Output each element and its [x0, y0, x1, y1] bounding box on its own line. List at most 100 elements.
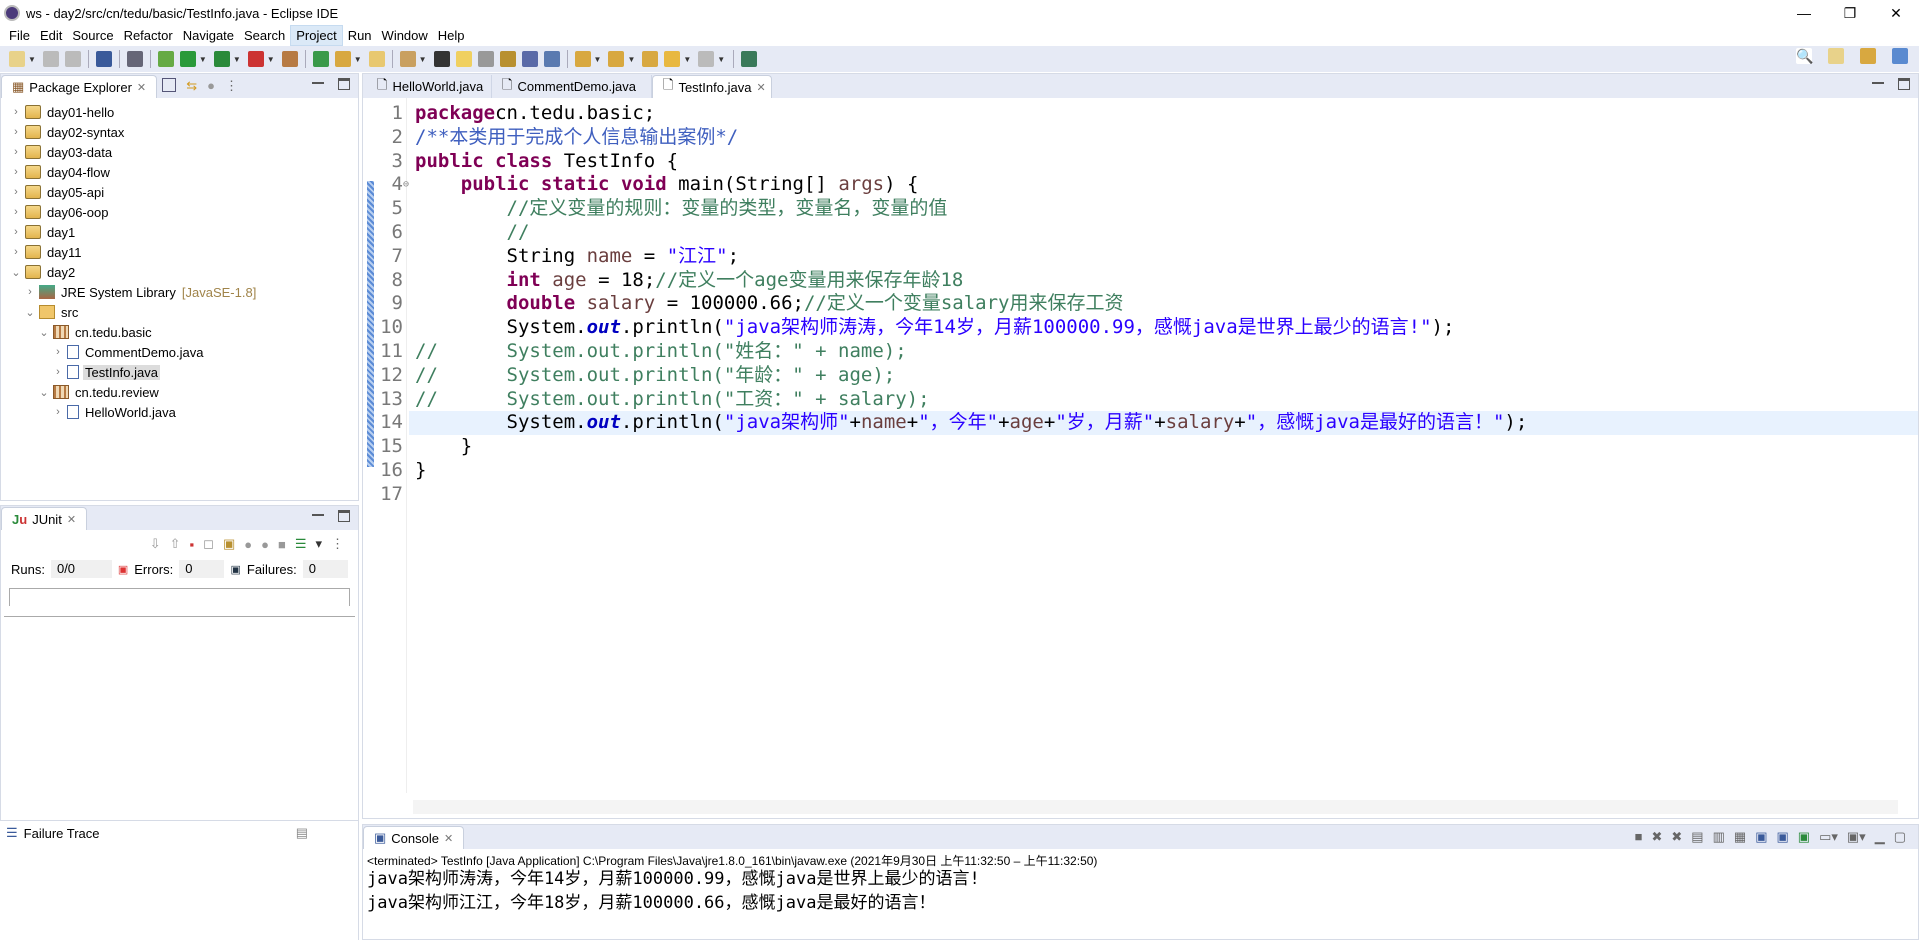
dropdown-icon[interactable]: ▼	[594, 55, 602, 64]
dropdown-icon[interactable]: ▾	[315, 536, 322, 552]
chevron-right-icon[interactable]: ›	[23, 286, 37, 298]
maximize-icon[interactable]: ▢	[1894, 829, 1906, 845]
compare-icon[interactable]: ▤	[296, 825, 308, 841]
dropdown-icon[interactable]: ▼	[199, 55, 207, 64]
menu-source[interactable]: Source	[67, 26, 118, 45]
word-wrap-icon[interactable]: ▦	[1734, 829, 1746, 845]
tree-item-day04-flow[interactable]: › day04-flow	[1, 162, 358, 182]
code-editor[interactable]: 1 packagecn.tedu.basic; 2 /**本类用于完成个人信息输出案例…	[363, 98, 1918, 793]
skip-breakpoints-icon[interactable]	[126, 51, 143, 67]
pin-console-icon[interactable]: ▣	[1798, 829, 1810, 845]
new-class-icon[interactable]	[312, 51, 329, 67]
show-failures-only-icon[interactable]: ▪	[190, 537, 195, 552]
chevron-right-icon[interactable]: ›	[51, 406, 65, 418]
menu-run[interactable]: Run	[343, 26, 377, 45]
tab-junit[interactable]: Ju JUnit ✕	[1, 507, 88, 530]
chevron-right-icon[interactable]: ›	[51, 346, 65, 358]
chevron-right-icon[interactable]: ›	[9, 146, 23, 158]
tree-item-day06-oop[interactable]: › day06-oop	[1, 202, 358, 222]
filter-icon[interactable]: ●	[207, 78, 215, 94]
word-wrap-icon[interactable]	[477, 51, 494, 67]
console-output[interactable]: java架构师涛涛，今年14岁，月薪100000.99，感慨java是世界上最少…	[363, 867, 1918, 915]
chevron-right-icon[interactable]: ›	[9, 126, 23, 138]
save-icon[interactable]	[42, 51, 59, 67]
chevron-down-icon[interactable]: ⌄	[23, 306, 37, 319]
scroll-lock-icon[interactable]: ▣	[223, 536, 235, 552]
chevron-right-icon[interactable]: ›	[9, 106, 23, 118]
close-icon[interactable]: ✕	[444, 832, 453, 845]
dropdown-icon[interactable]: ▼	[683, 55, 691, 64]
menu-navigate[interactable]: Navigate	[178, 26, 239, 45]
remove-launch-icon[interactable]: ✖	[1651, 829, 1662, 845]
link-with-editor-icon[interactable]: ⇆	[186, 78, 197, 94]
pin-editor-icon[interactable]	[741, 51, 758, 67]
open-console-icon[interactable]: ▣▾	[1847, 829, 1866, 845]
chevron-right-icon[interactable]: ›	[9, 206, 23, 218]
fold-icon[interactable]: ⊖	[403, 173, 409, 197]
tree-item-day05-api[interactable]: › day05-api	[1, 182, 358, 202]
dropdown-icon[interactable]: ▼	[717, 55, 725, 64]
close-icon[interactable]: ✕	[67, 513, 76, 526]
tree-item-jre-system-library[interactable]: › JRE System Library [JavaSE-1.8]	[1, 282, 358, 302]
scroll-lock-icon[interactable]: ▥	[1713, 829, 1725, 845]
remove-all-icon[interactable]: ✖	[1671, 829, 1682, 845]
prev-annotation-icon[interactable]	[608, 51, 625, 67]
chevron-right-icon[interactable]: ›	[9, 186, 23, 198]
maximize-icon[interactable]	[338, 510, 350, 522]
tree-item-cn-tedu-basic[interactable]: ⌄ cn.tedu.basic	[1, 322, 358, 342]
terminal-icon[interactable]	[95, 51, 112, 67]
open-type-icon[interactable]	[334, 51, 351, 67]
chevron-down-icon[interactable]: ⌄	[37, 326, 51, 339]
chevron-right-icon[interactable]: ›	[9, 226, 23, 238]
coverage-icon[interactable]	[213, 51, 230, 67]
minimize-icon[interactable]	[312, 78, 324, 84]
tab-package-explorer[interactable]: ▦ Package Explorer ✕	[1, 75, 158, 98]
debug-icon[interactable]	[157, 51, 174, 67]
tree-item-day01-hello[interactable]: › day01-hello	[1, 102, 358, 122]
maximize-icon[interactable]	[1898, 78, 1910, 90]
java-perspective-icon[interactable]	[1892, 48, 1908, 64]
tree-item-day2[interactable]: ⌄ day2	[1, 262, 358, 282]
view-menu-icon[interactable]: ⋮	[331, 536, 344, 552]
tree-item-day02-syntax[interactable]: › day02-syntax	[1, 122, 358, 142]
java-ee-perspective-icon[interactable]	[1860, 48, 1876, 64]
run-icon[interactable]	[179, 51, 196, 67]
open-task-icon[interactable]	[368, 51, 385, 67]
forward-icon[interactable]	[698, 51, 715, 67]
show-whitespace-icon[interactable]	[521, 51, 538, 67]
tab-helloworld-java[interactable]: 🗋 HelloWorld.java	[367, 75, 492, 98]
last-edit-icon[interactable]	[642, 51, 659, 67]
minimize-icon[interactable]: ▁	[1875, 829, 1885, 845]
next-failure-icon[interactable]: ⇩	[150, 536, 161, 552]
display-console-icon[interactable]: ▭▾	[1819, 829, 1838, 845]
collapse-all-icon[interactable]	[162, 78, 177, 92]
chevron-down-icon[interactable]: ⌄	[9, 266, 23, 279]
minimize-button[interactable]: —	[1781, 0, 1827, 26]
search-icon[interactable]	[399, 51, 416, 67]
chevron-down-icon[interactable]: ⌄	[37, 386, 51, 399]
block-selection-icon[interactable]	[499, 51, 516, 67]
maximize-button[interactable]: ❐	[1827, 0, 1873, 26]
minimize-icon[interactable]	[312, 510, 324, 516]
tree-item-day1[interactable]: › day1	[1, 222, 358, 242]
mark-occurrences-icon[interactable]	[455, 51, 472, 67]
menu-window[interactable]: Window	[377, 26, 433, 45]
maximize-icon[interactable]	[338, 78, 350, 90]
menu-refactor[interactable]: Refactor	[119, 26, 178, 45]
menu-search[interactable]: Search	[239, 26, 290, 45]
rerun-failures-icon[interactable]: ●	[261, 537, 269, 552]
tab-testinfo-java[interactable]: 🗋 TestInfo.java ✕	[652, 75, 772, 98]
chevron-right-icon[interactable]: ›	[9, 246, 23, 258]
back-icon[interactable]	[664, 51, 681, 67]
dropdown-icon[interactable]: ▼	[419, 55, 427, 64]
tree-item-commentdemo-java[interactable]: › CommentDemo.java	[1, 342, 358, 362]
chevron-right-icon[interactable]: ›	[9, 166, 23, 178]
rerun-icon[interactable]: ●	[244, 537, 252, 552]
tab-commentdemo-java[interactable]: 🗋 CommentDemo.java	[492, 75, 652, 98]
tree-item-day03-data[interactable]: › day03-data	[1, 142, 358, 162]
tree-item-helloworld-java[interactable]: › HelloWorld.java	[1, 402, 358, 422]
external-tools-icon[interactable]	[247, 51, 264, 67]
tree-item-testinfo-java[interactable]: › TestInfo.java	[1, 362, 358, 382]
tree-item-cn-tedu-review[interactable]: ⌄ cn.tedu.review	[1, 382, 358, 402]
next-annotation-icon[interactable]	[574, 51, 591, 67]
